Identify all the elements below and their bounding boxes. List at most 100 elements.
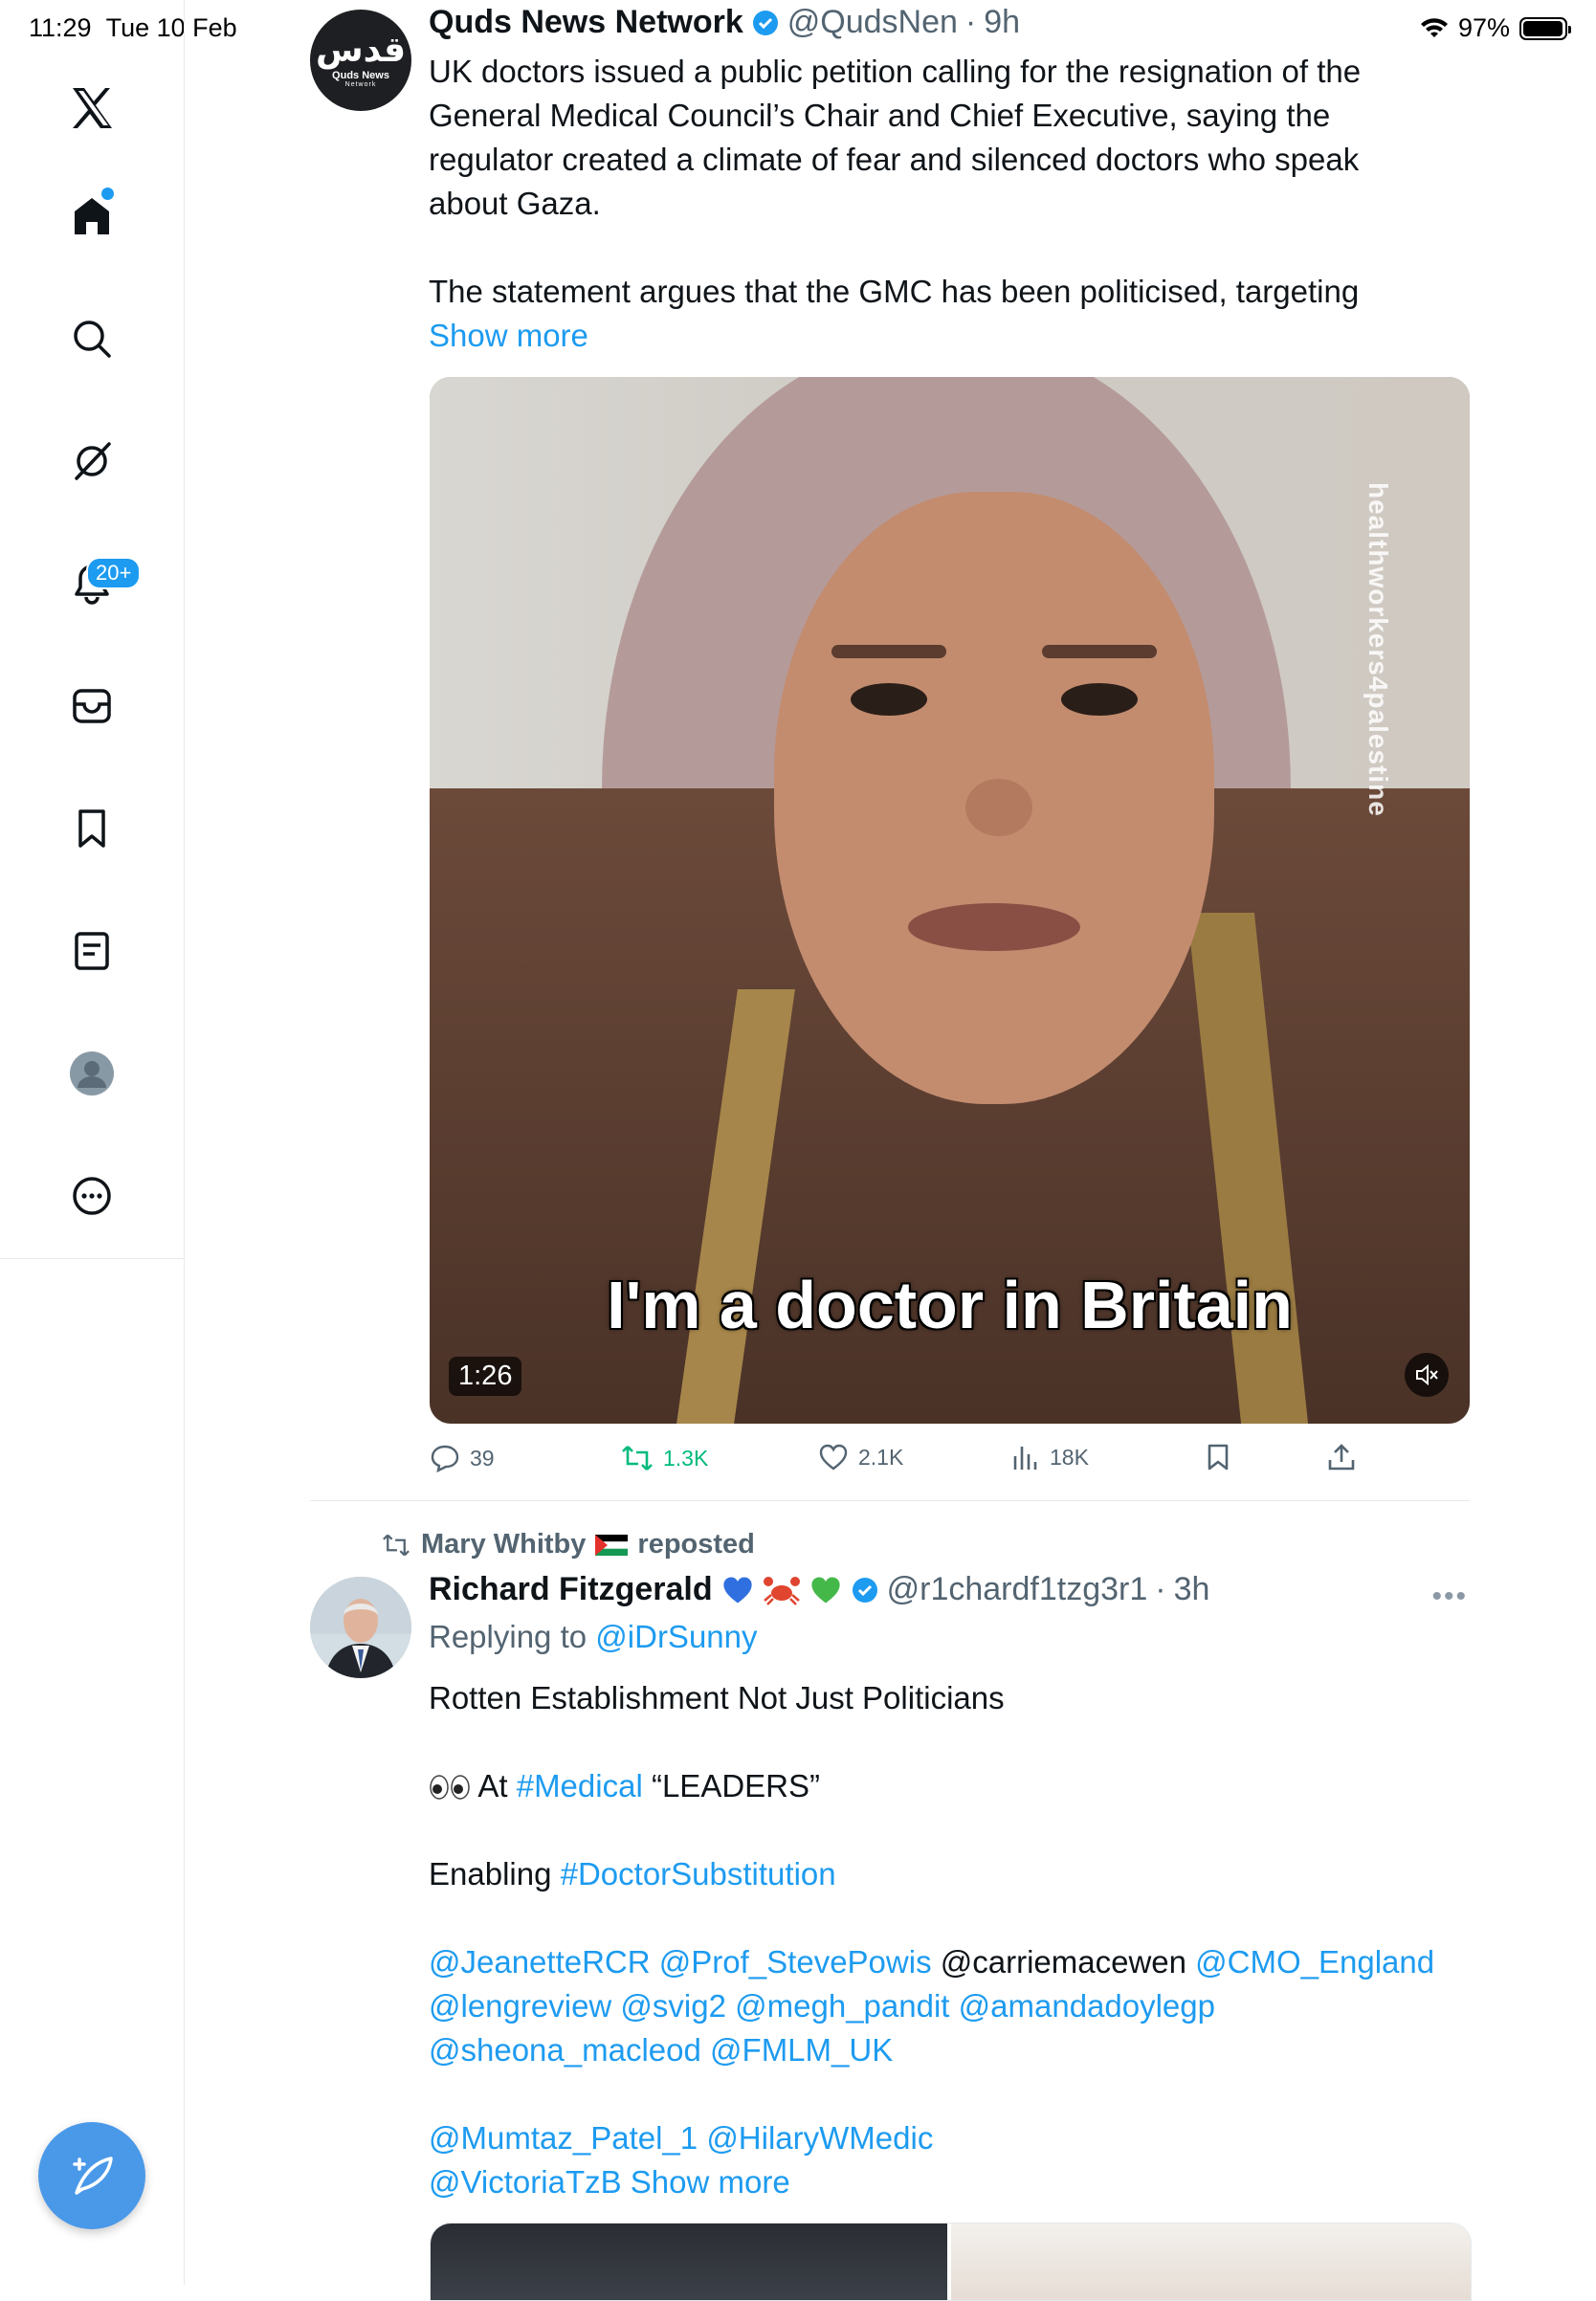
reply-count: 39 [470, 1445, 495, 1471]
tweet-header: Quds News Network @QudsNen · 9h [429, 4, 1020, 41]
author-name[interactable]: Richard Fitzgerald [429, 1571, 713, 1608]
compose-icon [73, 2157, 113, 2195]
green-heart-icon [810, 1577, 840, 1603]
verified-badge-icon [752, 10, 778, 35]
share-button[interactable] [1327, 1443, 1356, 1471]
avatar[interactable] [310, 1577, 411, 1678]
tweet-media-grid[interactable] [430, 2223, 1472, 2301]
mention-link[interactable]: @FMLM_UK [710, 2032, 893, 2068]
reply-icon [431, 1445, 459, 1473]
tweet-line-3-prefix: Enabling [429, 1856, 552, 1892]
notifications-badge: 20+ [86, 557, 142, 589]
verified-badge-icon [852, 1577, 877, 1603]
tweet-text: UK doctors issued a public petition call… [429, 50, 1443, 358]
video-eye [851, 683, 927, 716]
show-more-link[interactable]: Show more [429, 318, 588, 353]
mention-link[interactable]: @VictoriaTzB [429, 2164, 622, 2200]
analytics-icon [1013, 1447, 1037, 1470]
like-button[interactable]: 2.1K [818, 1443, 903, 1471]
media-thumbnail[interactable] [431, 2224, 947, 2300]
hashtag-link[interactable]: #DoctorSubstitution [561, 1856, 836, 1892]
author-handle[interactable]: @r1chardf1tzg3r1 [887, 1571, 1148, 1608]
tweet-line-1: Rotten Establishment Not Just Politician… [429, 1680, 1005, 1715]
mention-link[interactable]: @amandadoylegp [959, 1988, 1215, 2024]
mentions-block-1: @JeanetteRCR @Prof_StevePowis @carriemac… [429, 1940, 1462, 2072]
video-duration: 1:26 [449, 1357, 522, 1396]
muted-speaker-icon [1416, 1363, 1438, 1386]
video-nose [965, 779, 1032, 836]
messages-icon[interactable] [63, 677, 121, 735]
more-icon[interactable] [63, 1167, 121, 1225]
author-handle[interactable]: @QudsNen [787, 4, 958, 41]
repost-context[interactable]: Mary Whitby reposted [381, 1529, 755, 1560]
avatar-logo-subtext: Quds News [332, 69, 389, 81]
dot-separator: · [964, 4, 977, 40]
mention-link[interactable]: @CMO_England [1195, 1944, 1434, 1980]
avatar-logo-text: قدس [315, 30, 407, 70]
dot-separator: · [1155, 1571, 1166, 1607]
mention-link[interactable]: @megh_pandit [735, 1988, 949, 2024]
tweet-text: Rotten Establishment Not Just Politician… [429, 1676, 1462, 2204]
bookmark-button[interactable] [1205, 1443, 1231, 1471]
more-options-icon[interactable]: ••• [1431, 1581, 1468, 1613]
search-icon[interactable] [63, 310, 121, 367]
reply-button[interactable]: 39 [430, 1443, 495, 1473]
tweet-paragraph-2: The statement argues that the GMC has be… [429, 270, 1443, 358]
replying-label: Replying to [429, 1619, 587, 1654]
tweet-time[interactable]: 9h [984, 4, 1020, 41]
palestine-flag-icon [595, 1534, 629, 1556]
author-name[interactable]: Quds News Network [429, 4, 743, 41]
video-caption: I'm a doctor in Britain [607, 1268, 1293, 1342]
video-eyebrow [1042, 645, 1157, 658]
tweet-paragraph-2-text: The statement argues that the GMC has be… [429, 274, 1360, 309]
avatar[interactable]: قدس Quds News Network [310, 10, 411, 111]
mention-link[interactable]: @svig2 [620, 1988, 726, 2024]
battery-icon [1519, 16, 1571, 40]
bookmark-icon [1208, 1444, 1229, 1471]
mention-plain: @carriemacewen [940, 1944, 1186, 1980]
media-thumbnail[interactable] [951, 2224, 1471, 2300]
mention-link[interactable]: @lengreview [429, 1988, 611, 2024]
tweet-line-2: At #Medical “LEADERS” [429, 1764, 1462, 1808]
replying-to-link[interactable]: @iDrSunny [595, 1619, 757, 1654]
hashtag-link[interactable]: #Medical [517, 1768, 643, 1803]
video-mouth [908, 903, 1080, 951]
video-watermark: healthworkers4palestine [1363, 482, 1393, 817]
lists-icon[interactable] [63, 922, 121, 980]
eyes-emoji-icon [430, 1775, 470, 1800]
battery-percent: 97% [1457, 13, 1510, 42]
show-more-link[interactable]: Show more [631, 2164, 790, 2200]
status-indicators: 97% [1420, 13, 1571, 43]
x-logo-icon[interactable] [63, 79, 121, 137]
mention-link[interactable]: @JeanetteRCR [429, 1944, 651, 1980]
compose-button[interactable] [38, 2122, 145, 2229]
video-face [774, 492, 1214, 1104]
share-icon [1328, 1444, 1355, 1471]
repost-count: 1.3K [663, 1445, 709, 1471]
grok-icon[interactable] [63, 432, 121, 490]
mention-link[interactable]: @sheona_macleod [429, 2032, 701, 2068]
sidebar-divider [0, 1258, 184, 1259]
tweet-line-2-suffix: “LEADERS” [651, 1768, 821, 1803]
bookmarks-icon[interactable] [63, 800, 121, 857]
mention-link[interactable]: @HilaryWMedic [706, 2120, 933, 2156]
blue-heart-icon [722, 1577, 752, 1603]
video-eyebrow [831, 645, 946, 658]
crab-icon [763, 1576, 800, 1605]
home-unread-dot [101, 188, 114, 200]
tweet-paragraph-1: UK doctors issued a public petition call… [429, 54, 1362, 221]
tweet-line-3: Enabling #DoctorSubstitution [429, 1852, 1462, 1896]
avatar-logo-subtext-2: Network [344, 80, 377, 88]
reposted-label: reposted [637, 1529, 755, 1560]
video-eye [1061, 683, 1138, 716]
tweet-time[interactable]: 3h [1174, 1571, 1210, 1608]
mute-button[interactable] [1405, 1353, 1449, 1397]
views-button[interactable]: 18K [1011, 1443, 1089, 1471]
mention-link[interactable]: @Mumtaz_Patel_1 [429, 2120, 698, 2156]
view-count: 18K [1050, 1444, 1089, 1470]
profile-icon[interactable] [63, 1045, 121, 1102]
mention-link[interactable]: @Prof_StevePowis [659, 1944, 932, 1980]
video-player[interactable]: healthworkers4palestine I'm a doctor in … [430, 377, 1470, 1424]
tweet-line-2-prefix: At [477, 1768, 508, 1803]
repost-button[interactable]: 1.3K [621, 1443, 708, 1473]
